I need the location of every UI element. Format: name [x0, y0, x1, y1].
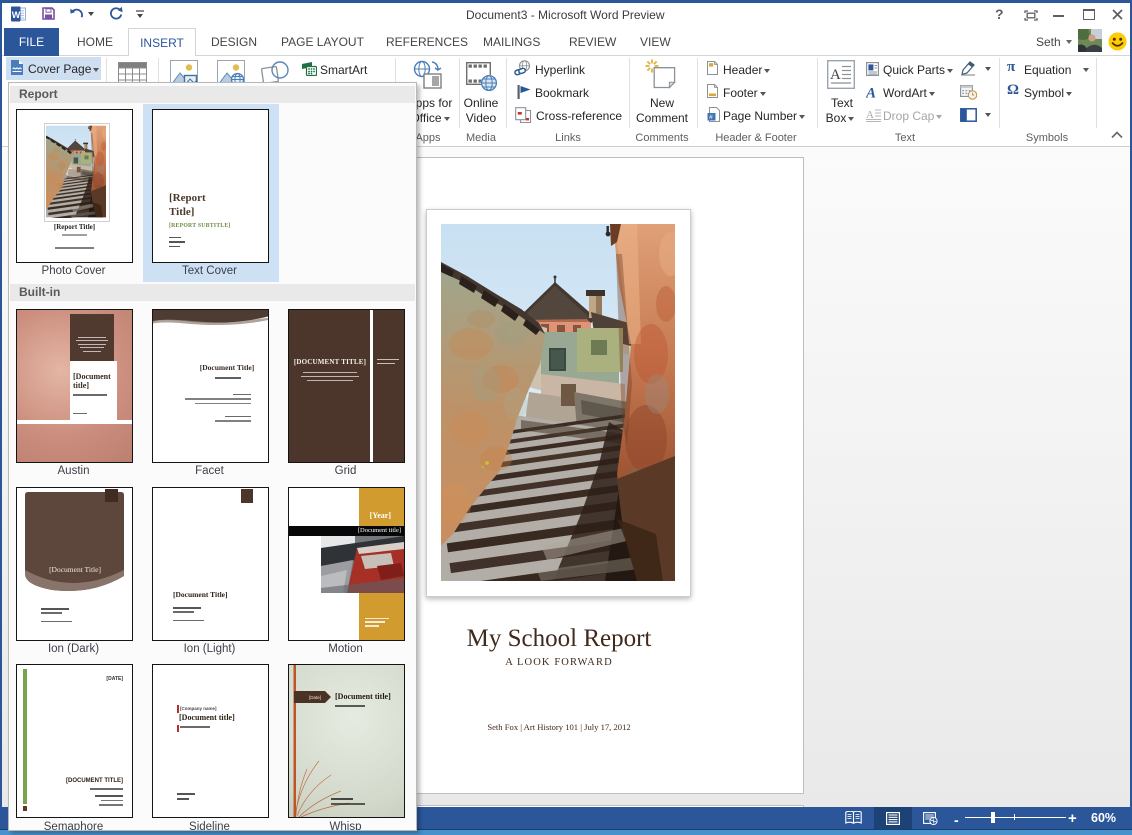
svg-text:A: A — [830, 67, 841, 83]
svg-text:W: W — [12, 10, 21, 20]
svg-text:#: # — [709, 114, 713, 121]
svg-text:A: A — [866, 86, 876, 100]
